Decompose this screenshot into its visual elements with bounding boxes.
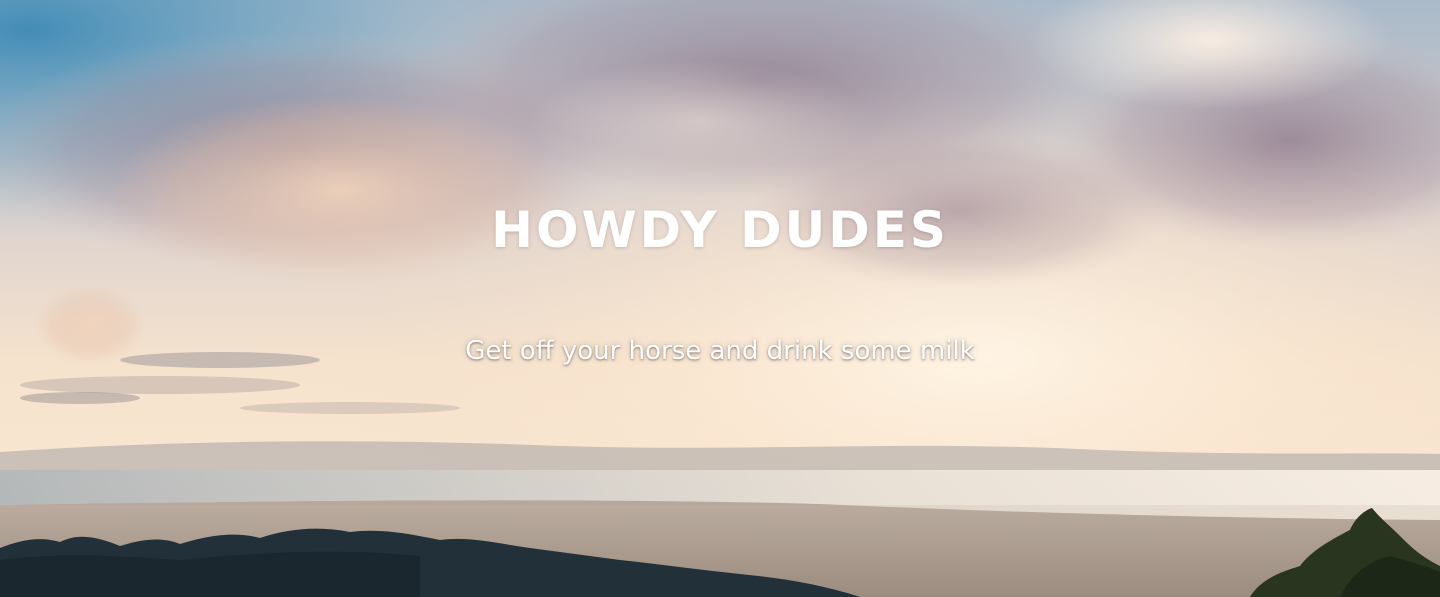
- hero-section: HOWDY DUDES Get off your horse and drink…: [0, 0, 1440, 597]
- hero-background-photo: [0, 0, 1440, 597]
- hero-title: HOWDY DUDES: [491, 201, 949, 259]
- hero-subtitle: Get off your horse and drink some milk: [465, 336, 975, 366]
